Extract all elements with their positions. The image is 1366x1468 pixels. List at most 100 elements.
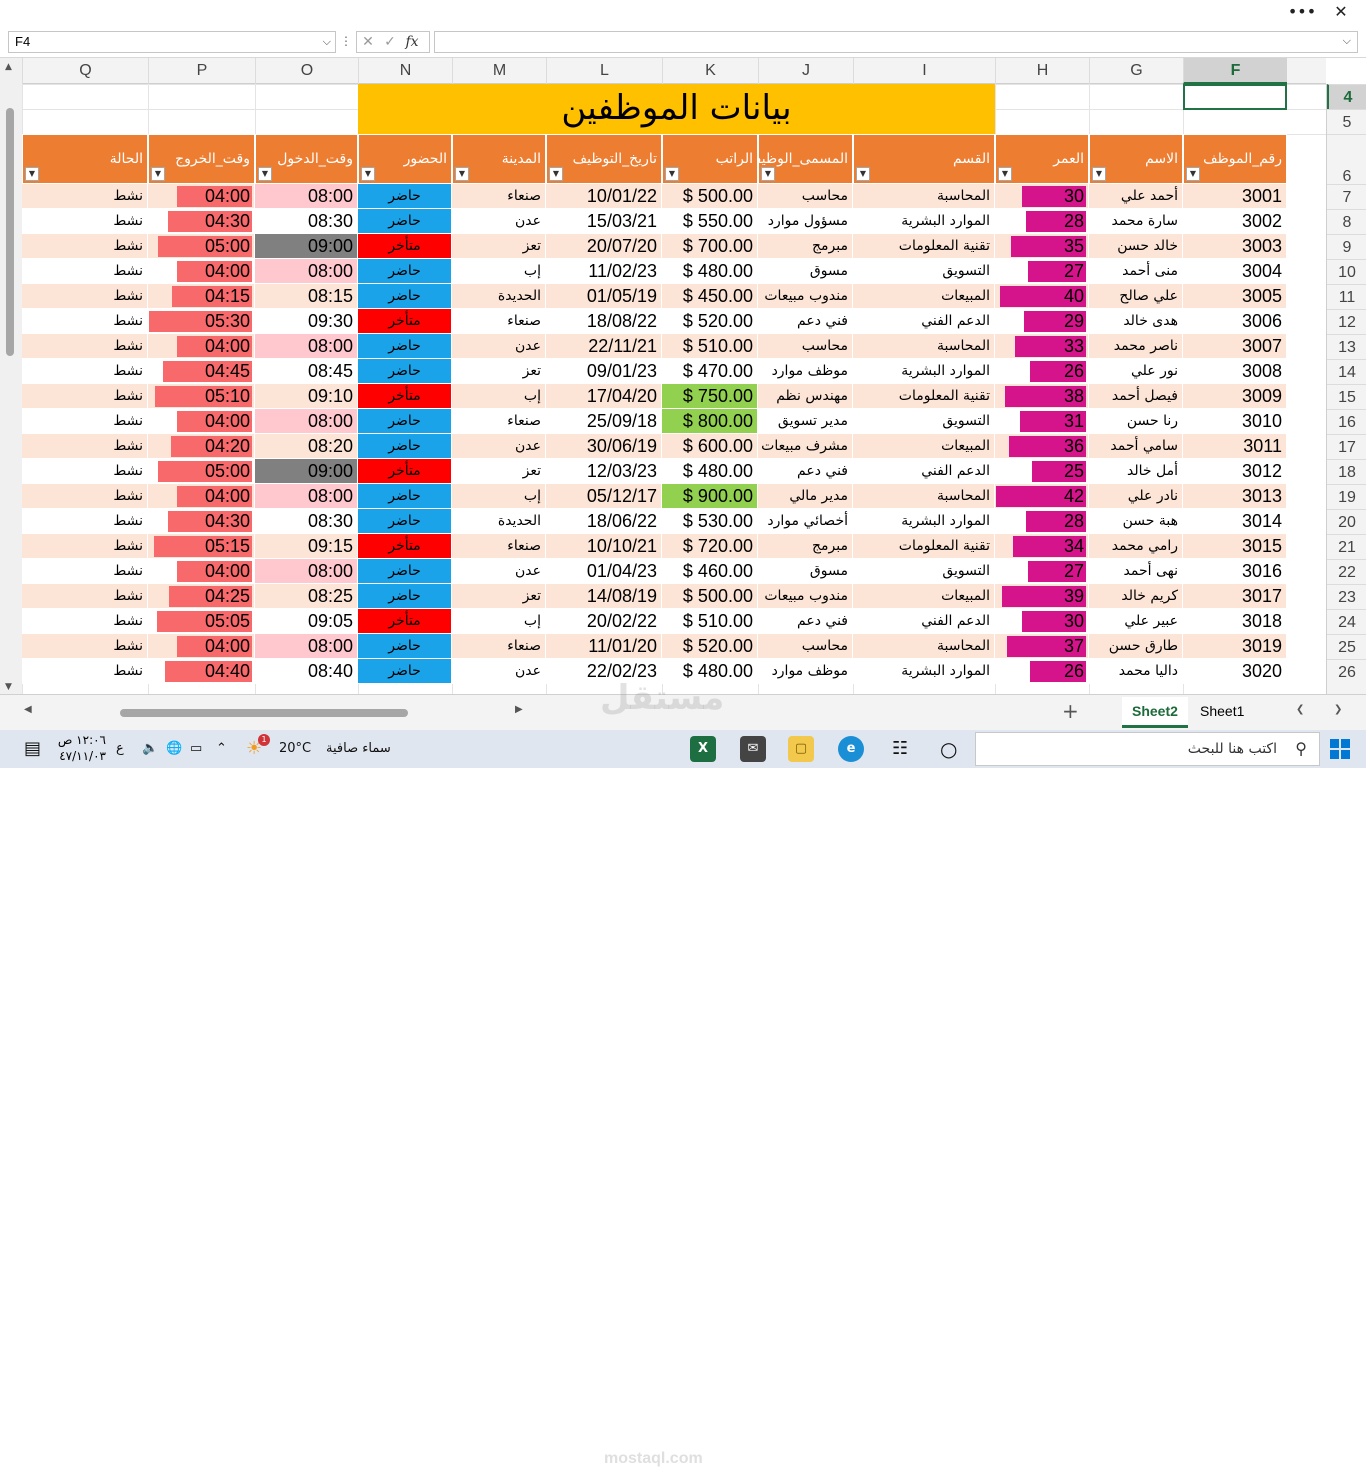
column-header-p[interactable]: P [148, 58, 255, 84]
status[interactable]: نشط [22, 384, 148, 409]
age[interactable]: 30 [995, 184, 1089, 209]
chevron-down-icon[interactable]: ⌵ [323, 32, 331, 52]
job-title[interactable]: مدير مالي [758, 484, 853, 509]
salary[interactable]: $ 900.00 [662, 484, 758, 509]
job-title[interactable]: موظف موارد [758, 659, 853, 684]
attendance[interactable]: حاضر [358, 584, 452, 609]
department[interactable]: تقنية المعلومات [853, 384, 995, 409]
column-header-n[interactable]: N [358, 58, 452, 84]
check-out[interactable]: 04:20 [148, 434, 255, 459]
city[interactable]: صنعاء [452, 634, 546, 659]
hire-date[interactable]: 01/05/19 [546, 284, 662, 309]
hire-date[interactable]: 09/01/23 [546, 359, 662, 384]
employee-id[interactable]: 3006 [1183, 309, 1287, 334]
job-title[interactable]: محاسب [758, 184, 853, 209]
filter-dropdown-icon[interactable]: ▼ [761, 167, 775, 181]
job-title[interactable]: مدير تسويق [758, 409, 853, 434]
system-clock[interactable]: ١٢:٠٦ ص ٤٧/١١/٠٣ [56, 732, 106, 764]
check-in[interactable]: 08:00 [255, 334, 358, 359]
hire-date[interactable]: 20/07/20 [546, 234, 662, 259]
check-in[interactable]: 08:00 [255, 184, 358, 209]
row-header-19[interactable]: 19 [1327, 484, 1366, 509]
scroll-left-icon[interactable]: ◀ [24, 704, 32, 715]
check-out[interactable]: 05:10 [148, 384, 255, 409]
department[interactable]: المحاسبة [853, 334, 995, 359]
check-out[interactable]: 05:05 [148, 609, 255, 634]
job-title[interactable]: فني دعم [758, 309, 853, 334]
employee-name[interactable]: فيصل أحمد [1089, 384, 1183, 409]
formula-input[interactable]: ⌵ [434, 31, 1358, 53]
employee-id[interactable]: 3007 [1183, 334, 1287, 359]
city[interactable]: تعز [452, 234, 546, 259]
age[interactable]: 36 [995, 434, 1089, 459]
attendance[interactable]: حاضر [358, 184, 452, 209]
hire-date[interactable]: 30/06/19 [546, 434, 662, 459]
employee-name[interactable]: رنا حسن [1089, 409, 1183, 434]
employee-name[interactable]: كريم خالد [1089, 584, 1183, 609]
employee-id[interactable]: 3009 [1183, 384, 1287, 409]
check-in[interactable]: 09:15 [255, 534, 358, 559]
department[interactable]: المبيعات [853, 584, 995, 609]
job-title[interactable]: مبرمج [758, 234, 853, 259]
city[interactable]: إب [452, 259, 546, 284]
job-title[interactable]: محاسب [758, 334, 853, 359]
attendance[interactable]: حاضر [358, 359, 452, 384]
filter-dropdown-icon[interactable]: ▼ [1186, 167, 1200, 181]
salary[interactable]: $ 460.00 [662, 559, 758, 584]
check-in[interactable]: 08:00 [255, 634, 358, 659]
salary[interactable]: $ 480.00 [662, 459, 758, 484]
city[interactable]: عدن [452, 659, 546, 684]
employee-name[interactable]: هدى خالد [1089, 309, 1183, 334]
tab-scroll-left-icon[interactable]: ❮ [1296, 704, 1304, 715]
age[interactable]: 27 [995, 259, 1089, 284]
salary[interactable]: $ 470.00 [662, 359, 758, 384]
salary[interactable]: $ 510.00 [662, 609, 758, 634]
scroll-thumb[interactable] [6, 108, 14, 356]
vertical-scrollbar[interactable]: ▲ ▼ [0, 58, 22, 694]
status[interactable]: نشط [22, 659, 148, 684]
row-header-6[interactable]: 6 [1327, 134, 1366, 185]
age[interactable]: 39 [995, 584, 1089, 609]
filter-dropdown-icon[interactable]: ▼ [258, 167, 272, 181]
attendance[interactable]: حاضر [358, 509, 452, 534]
row-header-17[interactable]: 17 [1327, 434, 1366, 459]
column-header-h[interactable]: H [995, 58, 1089, 84]
hire-date[interactable]: 17/04/20 [546, 384, 662, 409]
salary[interactable]: $ 530.00 [662, 509, 758, 534]
job-title[interactable]: مسؤول موارد [758, 209, 853, 234]
city[interactable]: الحديدة [452, 284, 546, 309]
status[interactable]: نشط [22, 559, 148, 584]
add-sheet-icon[interactable]: + [1062, 699, 1079, 723]
age[interactable]: 38 [995, 384, 1089, 409]
hire-date[interactable]: 18/06/22 [546, 509, 662, 534]
check-out[interactable]: 04:30 [148, 209, 255, 234]
employee-id[interactable]: 3001 [1183, 184, 1287, 209]
employee-id[interactable]: 3003 [1183, 234, 1287, 259]
age[interactable]: 25 [995, 459, 1089, 484]
job-title[interactable]: مسوق [758, 259, 853, 284]
age[interactable]: 40 [995, 284, 1089, 309]
employee-name[interactable]: هبة حسن [1089, 509, 1183, 534]
department[interactable]: المبيعات [853, 434, 995, 459]
job-title[interactable]: مهندس نظم [758, 384, 853, 409]
check-in[interactable]: 09:10 [255, 384, 358, 409]
employee-name[interactable]: طارق حسن [1089, 634, 1183, 659]
city[interactable]: عدن [452, 209, 546, 234]
attendance[interactable]: حاضر [358, 634, 452, 659]
attendance[interactable]: حاضر [358, 409, 452, 434]
hire-date[interactable]: 10/10/21 [546, 534, 662, 559]
city[interactable]: صنعاء [452, 309, 546, 334]
name-box[interactable]: F4 ⌵ [8, 31, 336, 53]
row-header-24[interactable]: 24 [1327, 609, 1366, 634]
row-header-18[interactable]: 18 [1327, 459, 1366, 484]
hire-date[interactable]: 22/11/21 [546, 334, 662, 359]
attendance[interactable]: حاضر [358, 284, 452, 309]
status[interactable]: نشط [22, 534, 148, 559]
hire-date[interactable]: 25/09/18 [546, 409, 662, 434]
row-header-12[interactable]: 12 [1327, 309, 1366, 334]
employee-name[interactable]: علي صالح [1089, 284, 1183, 309]
expand-formula-icon[interactable]: ⌵ [1343, 34, 1351, 48]
volume-icon[interactable]: 🔈 [142, 730, 158, 768]
check-in[interactable]: 08:00 [255, 409, 358, 434]
department[interactable]: الموارد البشرية [853, 359, 995, 384]
